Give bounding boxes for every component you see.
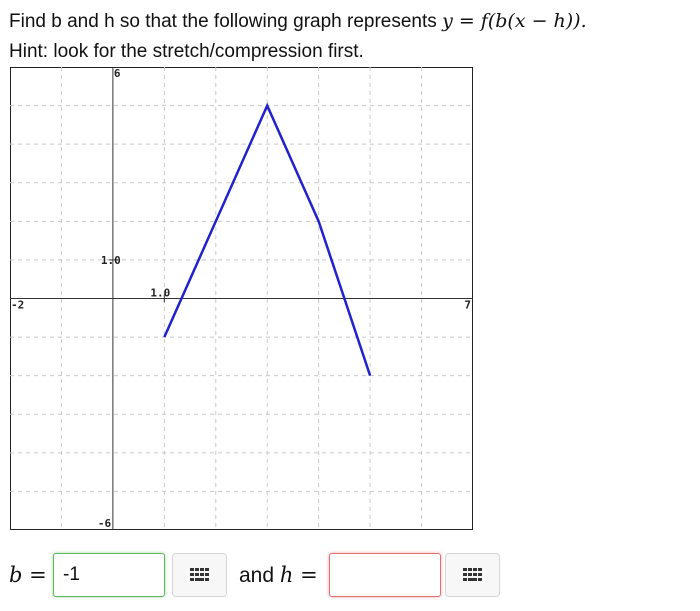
h-equals: h = [279, 563, 318, 587]
math-keyboard-button-b[interactable] [172, 553, 227, 597]
x-tick-label-min: -2 [11, 299, 24, 312]
grid-keypad-icon [189, 568, 209, 581]
graph: -2 7 1.0 6 -6 1.0 [10, 67, 473, 530]
y-tick-label-max: 6 [114, 67, 121, 80]
math-keyboard-button-h[interactable] [445, 553, 500, 597]
and-h-label: and h = [239, 560, 318, 591]
grid-keypad-icon [462, 568, 482, 581]
question-line-1-math: y = f(b(x − h)). [442, 10, 587, 32]
question-text: Find b and h so that the following graph… [9, 6, 587, 67]
x-tick-label-max: 7 [464, 299, 471, 312]
y-tick-label-unit: 1.0 [101, 254, 121, 267]
b-answer-input[interactable]: -1 [53, 553, 165, 597]
question-hint: Hint: look for the stretch/compression f… [9, 41, 364, 62]
and-word: and [239, 564, 280, 587]
answer-row: b = -1 and h = [0, 552, 700, 602]
question-line-1: Find b and h so that the following graph… [9, 6, 587, 37]
h-answer-input[interactable] [329, 553, 441, 597]
y-tick-label-min: -6 [98, 517, 112, 530]
question-line-1-text: Find b and h so that the following graph… [9, 11, 443, 32]
b-label: b = [9, 563, 47, 587]
x-tick-label-unit: 1.0 [150, 287, 170, 300]
